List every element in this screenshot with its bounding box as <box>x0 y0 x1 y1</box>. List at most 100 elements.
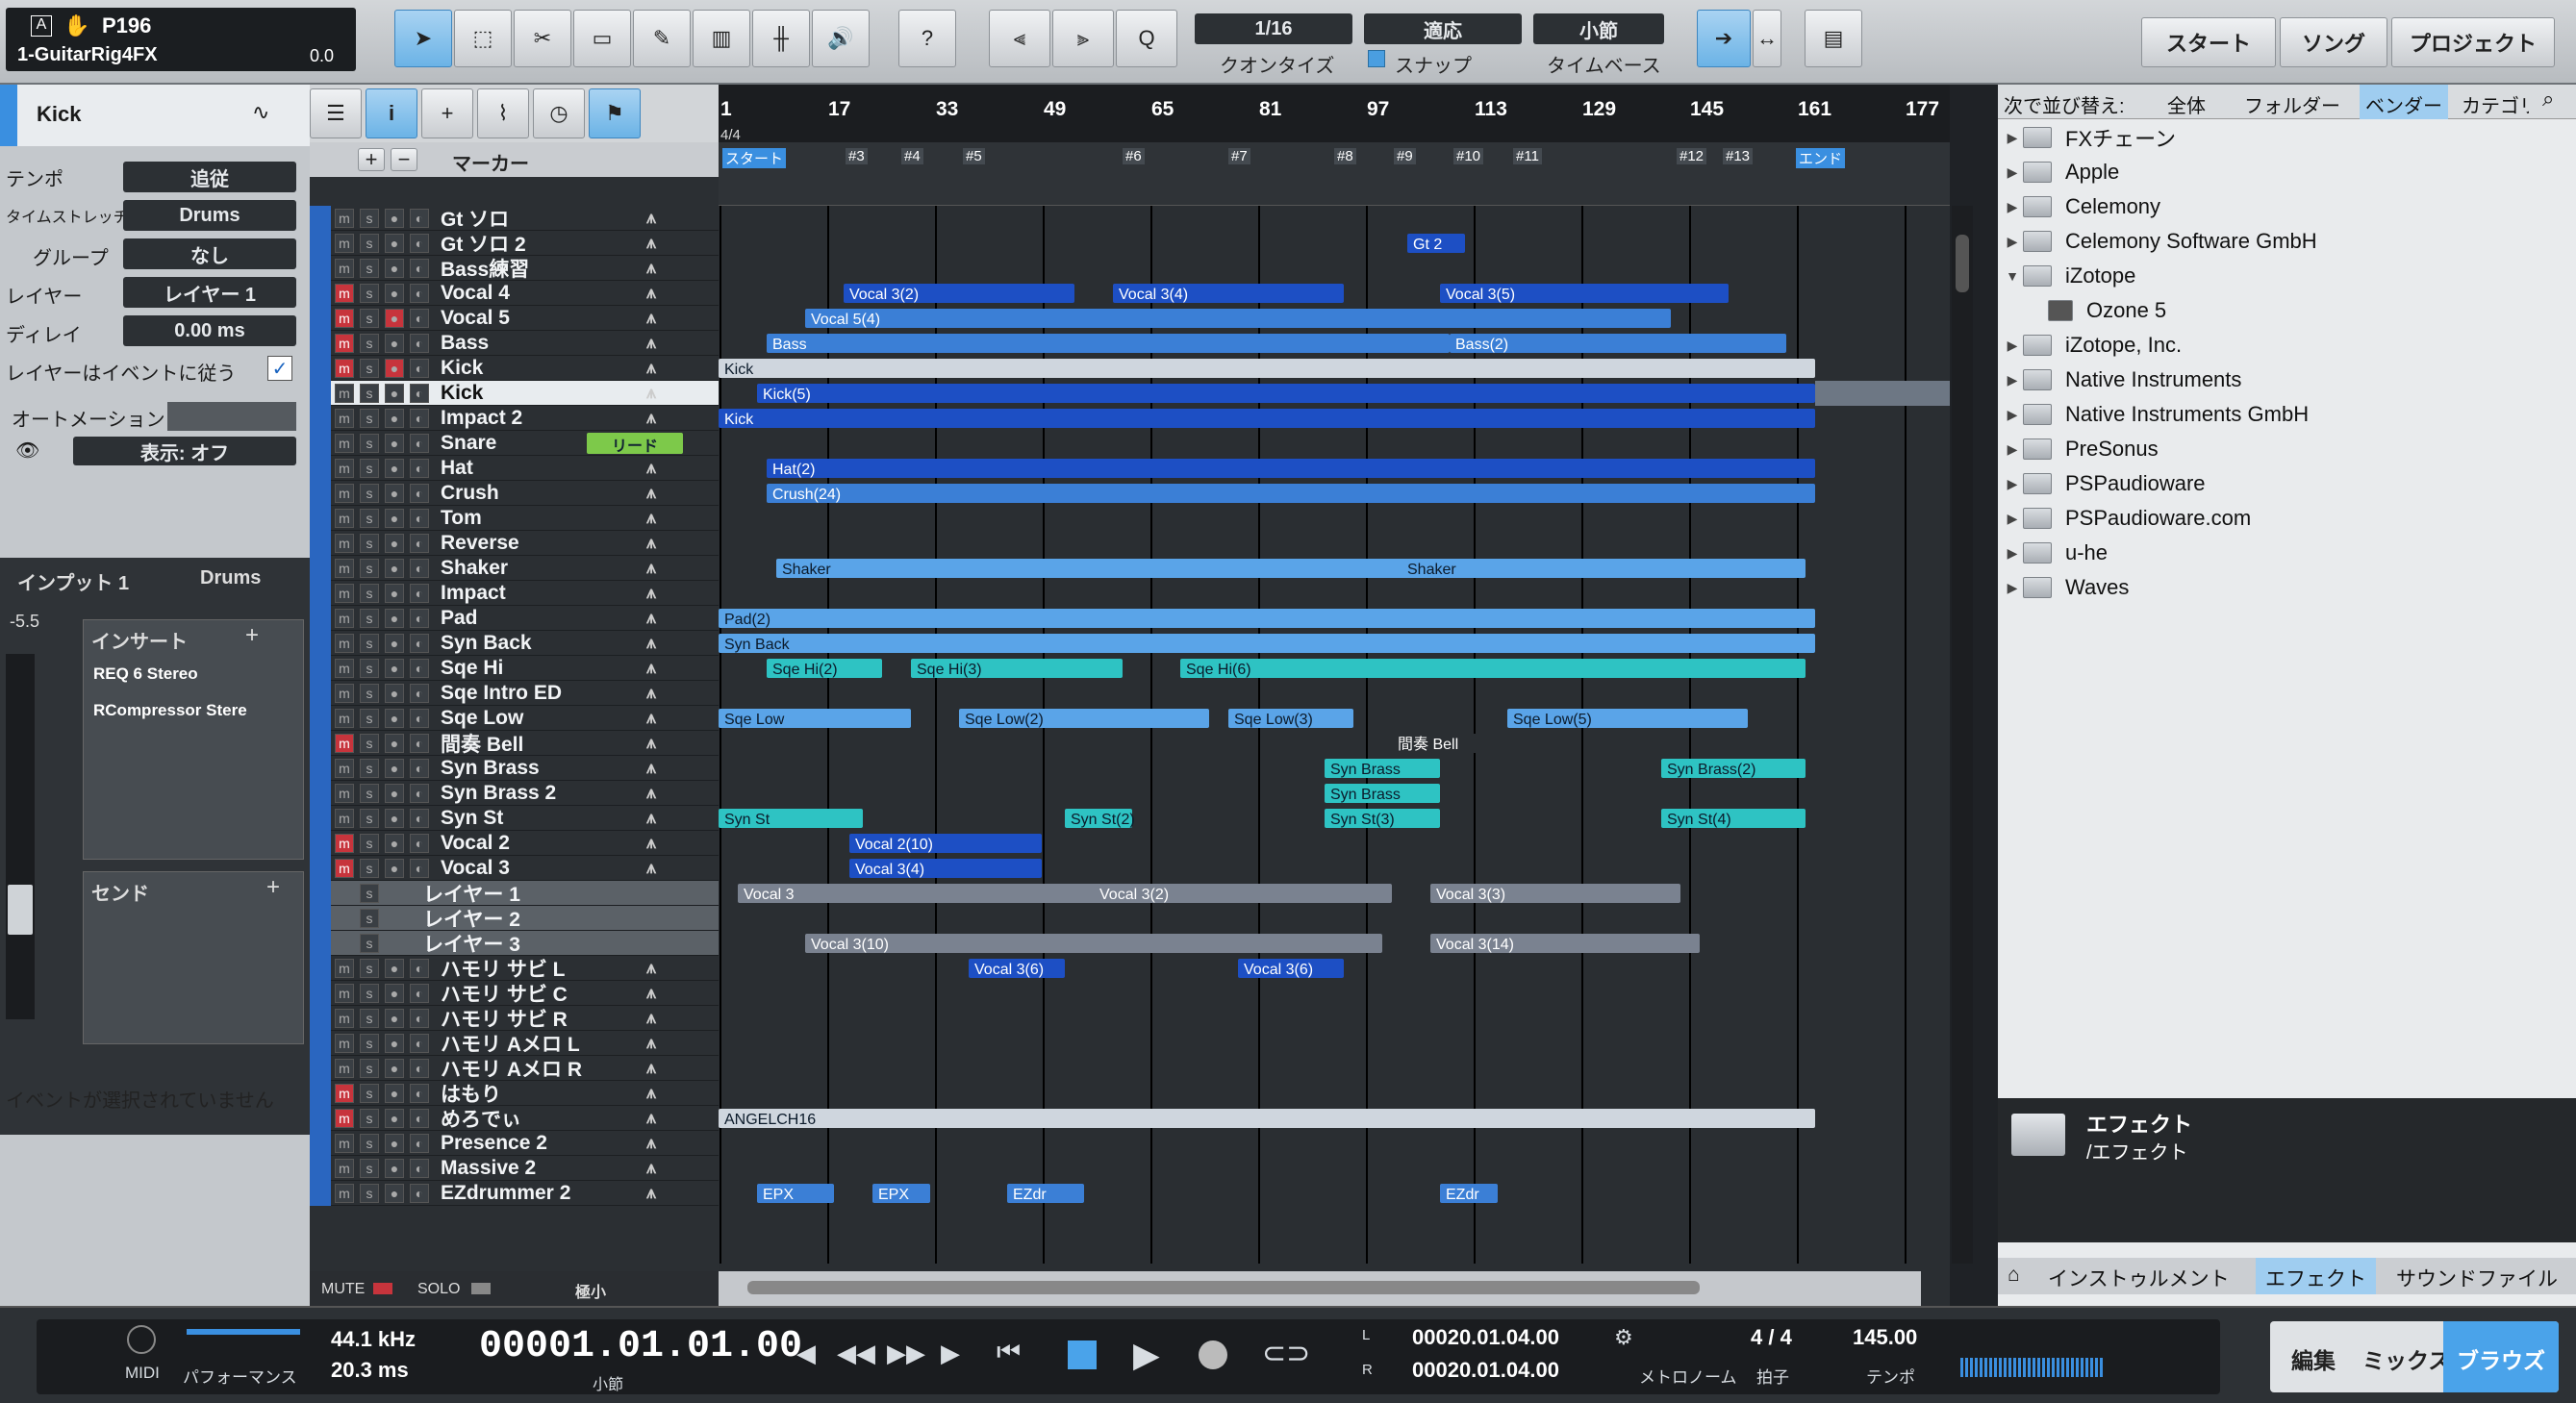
clip[interactable]: ANGELCH16 <box>719 1109 1815 1128</box>
waveform-icon[interactable]: ⩚ <box>646 1133 656 1153</box>
layer-follow-checkbox[interactable]: ✓ <box>267 356 292 381</box>
mute-button[interactable]: m <box>335 283 354 303</box>
monitor-button[interactable]: ◐ <box>410 208 429 228</box>
eraser-tool-icon[interactable]: ▭ <box>573 10 631 67</box>
monitor-button[interactable]: ◐ <box>410 1108 429 1128</box>
track-row[interactable]: m s ● ◐ EZdrummer 2 ⩚ <box>310 1180 719 1206</box>
track-row[interactable]: m s ● ◐ Sqe Intro ED ⩚ <box>310 680 719 706</box>
track-row[interactable]: m s ● ◐ Vocal 5 ⩚ <box>310 305 719 331</box>
track-row[interactable]: m s ● ◐ Vocal 2 ⩚ <box>310 830 719 856</box>
gain-value[interactable]: 0.0 <box>310 46 334 66</box>
list-icon[interactable]: ☰ <box>310 88 362 138</box>
clip[interactable]: Syn Brass <box>1325 759 1440 778</box>
track-row[interactable]: m s ● ◐ ハモリ サビ C ⩚ <box>310 980 719 1006</box>
solo-button[interactable]: s <box>360 358 379 378</box>
mute-button[interactable]: m <box>335 858 354 878</box>
clip[interactable]: Sqe Low(5) <box>1507 709 1748 728</box>
monitor-button[interactable]: ◐ <box>410 833 429 853</box>
track-row[interactable]: m s ● ◐ はもり ⩚ <box>310 1080 719 1106</box>
solo-button[interactable]: s <box>360 308 379 328</box>
record-arm-button[interactable]: ● <box>385 1158 404 1178</box>
monitor-button[interactable]: ◐ <box>410 783 429 803</box>
track-row[interactable]: m s ● ◐ ハモリ Aメロ L ⩚ <box>310 1030 719 1056</box>
monitor-button[interactable]: ◐ <box>410 308 429 328</box>
record-arm-button[interactable]: ● <box>385 1008 404 1028</box>
waveform-icon[interactable]: ⩚ <box>646 808 656 828</box>
clock-icon[interactable]: ◷ <box>533 88 585 138</box>
track-row[interactable]: m s ● ◐ Syn St ⩚ <box>310 805 719 831</box>
record-arm-button[interactable]: ● <box>385 1058 404 1078</box>
mute-button[interactable]: m <box>335 458 354 478</box>
expand-arrow-icon[interactable]: ▶ <box>2002 476 2023 492</box>
browser-item[interactable]: ▶ Waves <box>1998 571 2576 604</box>
monitor-button[interactable]: ◐ <box>410 583 429 603</box>
clip[interactable]: Bass(2) <box>1450 334 1786 353</box>
solo-button[interactable]: s <box>360 1033 379 1053</box>
expand-arrow-icon[interactable]: ▶ <box>2002 407 2023 423</box>
track-row[interactable]: m s ● ◐ ハモリ サビ R ⩚ <box>310 1005 719 1031</box>
bend-tool-icon[interactable]: ╫ <box>752 10 810 67</box>
listen-tool-icon[interactable]: 🔊 <box>812 10 870 67</box>
waveform-icon[interactable]: ⩚ <box>646 583 656 603</box>
solo-button[interactable]: s <box>360 733 379 753</box>
mute-button[interactable]: m <box>335 808 354 828</box>
loop-left[interactable]: 00020.01.04.00 <box>1412 1325 1559 1350</box>
rewind-start-icon[interactable]: ◀ <box>796 1339 816 1368</box>
insert-plugin-1[interactable]: REQ 6 Stereo <box>93 664 198 684</box>
solo-button[interactable]: s <box>360 333 379 353</box>
clip[interactable]: Shaker <box>1402 559 1806 578</box>
track-row[interactable]: m s ● ◐ Reverse ⩚ <box>310 530 719 556</box>
time-display[interactable]: 00001.01.01.00 <box>479 1325 802 1368</box>
waveform-icon[interactable]: ⩚ <box>646 208 656 228</box>
monitor-button[interactable]: ◐ <box>410 1083 429 1103</box>
mute-button[interactable]: m <box>335 583 354 603</box>
browser-item[interactable]: ▶ Celemony Software GmbH <box>1998 225 2576 258</box>
record-arm-button[interactable]: ● <box>385 533 404 553</box>
clip[interactable]: EPX <box>872 1184 930 1203</box>
split-tool-icon[interactable]: ✂ <box>514 10 571 67</box>
solo-button[interactable]: s <box>360 808 379 828</box>
clip[interactable]: Syn St(3) <box>1325 809 1440 828</box>
monitor-button[interactable]: ◐ <box>410 708 429 728</box>
mute-button[interactable]: m <box>335 758 354 778</box>
clip[interactable]: Kick(5) <box>757 384 1815 403</box>
browser-item[interactable]: ▶ Celemony <box>1998 190 2576 223</box>
record-arm-button[interactable]: ● <box>385 1133 404 1153</box>
track-row[interactable]: m s ● ◐ Presence 2 ⩚ <box>310 1130 719 1156</box>
record-arm-button[interactable]: ● <box>385 833 404 853</box>
record-arm-button[interactable]: ● <box>385 233 404 253</box>
browser-item[interactable]: ▶ FXチェーン <box>1998 121 2576 154</box>
browser-item[interactable]: ▶ PSPaudioware.com <box>1998 502 2576 535</box>
waveform-icon[interactable]: ∿ <box>252 100 269 125</box>
mute-button[interactable]: m <box>335 408 354 428</box>
track-row[interactable]: m s ● ◐ Syn Back ⩚ <box>310 630 719 656</box>
mute-button[interactable]: m <box>335 1033 354 1053</box>
waveform-icon[interactable]: ⩚ <box>646 483 656 503</box>
monitor-button[interactable]: ◐ <box>410 383 429 403</box>
add-insert-button[interactable]: + <box>245 622 259 649</box>
clip[interactable]: Vocal 3(5) <box>1440 284 1729 303</box>
record-arm-button[interactable]: ● <box>385 208 404 228</box>
waveform-icon[interactable]: ⩚ <box>646 1183 656 1203</box>
arrangement-canvas[interactable]: Gt 2 Vocal 3(2) Vocal 3(4) Vocal 3(5) Vocal … <box>719 206 1950 1302</box>
eye-icon[interactable]: 👁 <box>15 438 39 463</box>
monitor-button[interactable]: ◐ <box>410 658 429 678</box>
monitor-button[interactable]: ◐ <box>410 483 429 503</box>
record-arm-button[interactable]: ● <box>385 708 404 728</box>
record-arm-button[interactable]: ● <box>385 1108 404 1128</box>
film-icon[interactable]: ▤ <box>1805 10 1862 67</box>
clip[interactable]: Vocal 3(2) <box>844 284 1074 303</box>
expand-arrow-icon[interactable]: ▶ <box>2002 338 2023 354</box>
marker[interactable]: #7 <box>1228 148 1250 164</box>
mute-button[interactable]: m <box>335 258 354 278</box>
clip[interactable]: Pad(2) <box>719 609 1815 628</box>
monitor-button[interactable]: ◐ <box>410 358 429 378</box>
record-arm-button[interactable]: ● <box>385 508 404 528</box>
record-arm-button[interactable]: ● <box>385 558 404 578</box>
track-row[interactable]: m s ● ◐ Kick ⩚ <box>310 355 719 381</box>
record-arm-button[interactable]: ● <box>385 383 404 403</box>
pencil-tool-icon[interactable]: ✎ <box>633 10 691 67</box>
hand-icon[interactable]: ✋ <box>63 13 89 38</box>
mute-all-button[interactable]: MUTE <box>321 1281 365 1298</box>
track-row[interactable]: s レイヤー 3 <box>310 930 719 956</box>
